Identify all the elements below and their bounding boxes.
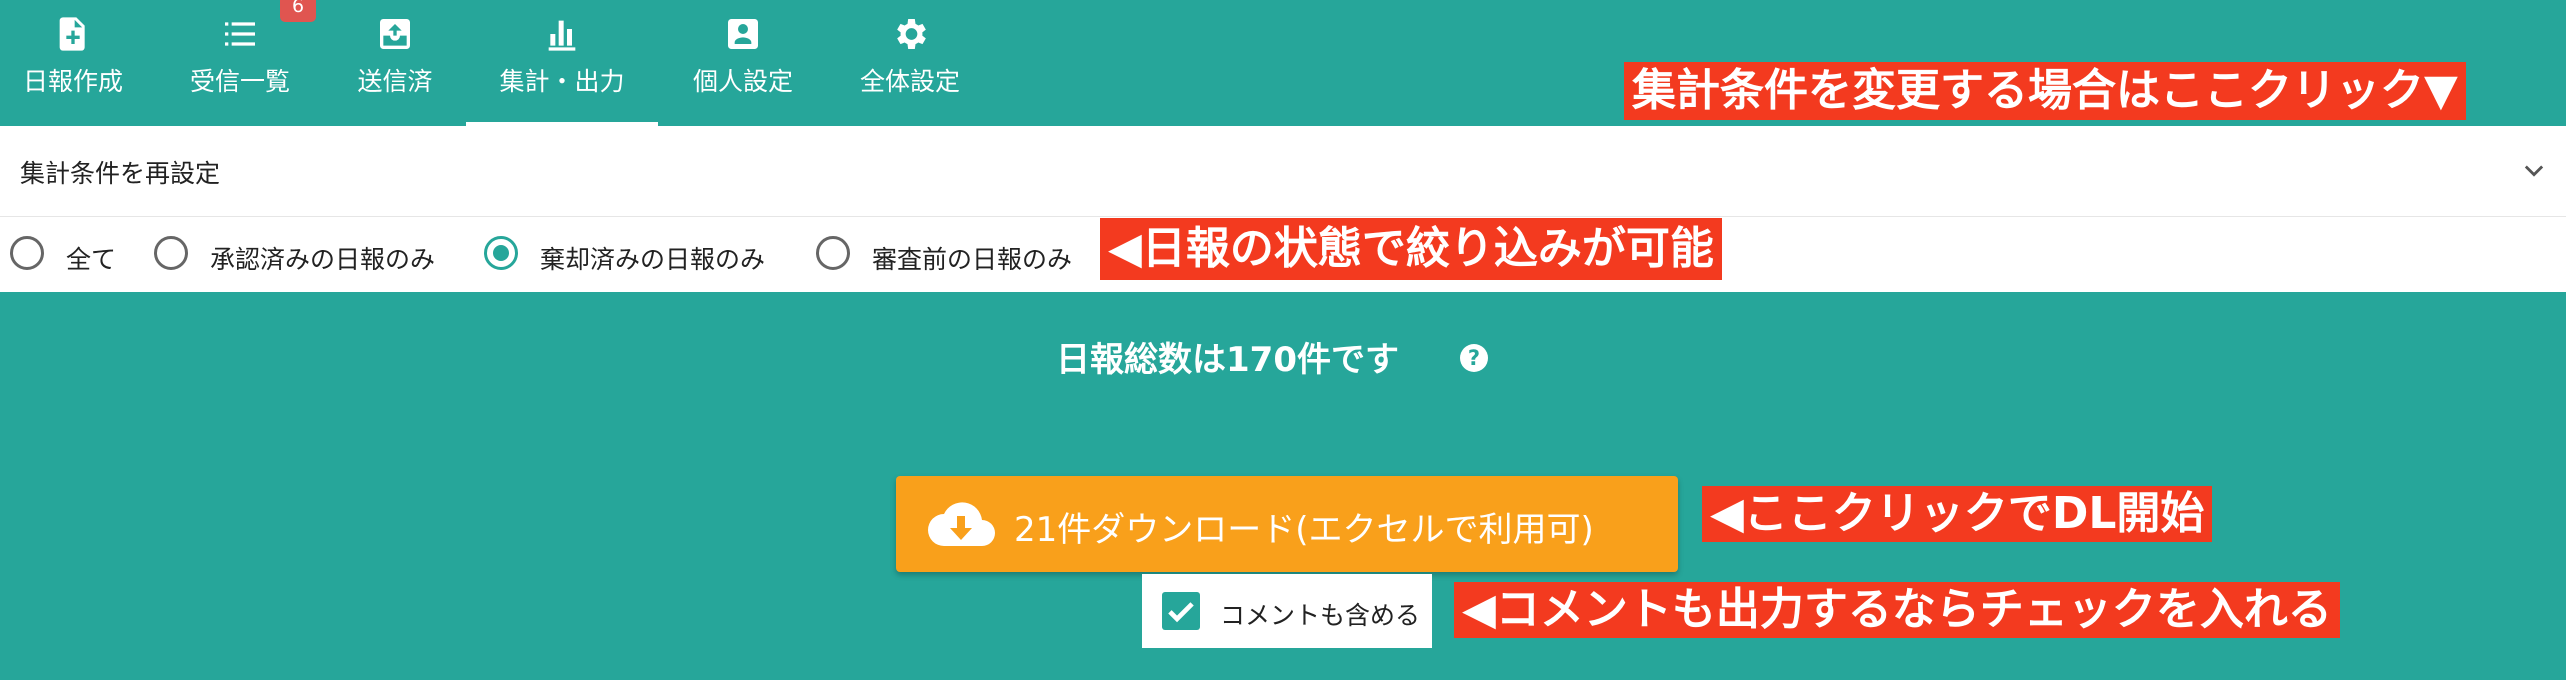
tab-personal-settings[interactable]: 個人設定: [678, 0, 808, 126]
cloud-download-icon: [928, 502, 995, 546]
radio-circle[interactable]: [484, 236, 518, 270]
panel-title: 集計条件を再設定: [20, 159, 221, 188]
archive-upload-icon: [380, 19, 410, 49]
radio-label: 全て: [66, 245, 117, 274]
tab-aggregate-output[interactable]: 集計・出力: [466, 0, 658, 126]
radio-circle[interactable]: [154, 236, 188, 270]
tab-global-settings[interactable]: 全体設定: [840, 0, 980, 126]
tab-sent[interactable]: 送信済: [340, 0, 450, 126]
gear-icon: [897, 19, 926, 49]
include-comments-label: コメントも含める: [1220, 601, 1421, 630]
file-plus-icon: [59, 17, 85, 51]
radio-label: 審査前の日報のみ: [872, 245, 1073, 274]
radio-circle[interactable]: [10, 236, 44, 270]
radio-label: 棄却済みの日報のみ: [540, 245, 766, 274]
bar-chart-icon: [548, 20, 576, 51]
radio-circle[interactable]: [816, 236, 850, 270]
inbox-count-badge: 6: [280, 0, 316, 22]
person-card-icon: [728, 19, 758, 49]
annotation-change-conditions: 集計条件を変更する場合はここクリック▼: [1624, 62, 2466, 120]
list-icon: [225, 22, 255, 46]
include-comments-checkbox[interactable]: [1162, 592, 1200, 630]
condition-panel-header[interactable]: 集計条件を再設定: [0, 126, 2566, 217]
tab-label: 送信済: [357, 67, 433, 96]
download-button[interactable]: 21件ダウンロード(エクセルで利用可): [896, 476, 1678, 572]
annotation-filter-status: ◀日報の状態で絞り込みが可能: [1100, 218, 1722, 280]
annotation-click-download: ◀ここクリックでDL開始: [1702, 486, 2213, 542]
tab-label: 全体設定: [859, 67, 960, 96]
total-reports-text: 日報総数は170件です: [1056, 340, 1399, 380]
tab-label: 日報作成: [22, 67, 123, 96]
tab-create-report[interactable]: 日報作成: [0, 0, 146, 126]
tab-label: 個人設定: [692, 67, 793, 96]
radio-label: 承認済みの日報のみ: [210, 245, 436, 274]
help-icon[interactable]: ?: [1460, 344, 1488, 372]
download-button-label: 21件ダウンロード(エクセルで利用可): [1014, 510, 1594, 550]
include-comments-option[interactable]: コメントも含める: [1142, 574, 1432, 648]
checkmark-icon: [1168, 602, 1194, 623]
chevron-down-icon[interactable]: [2520, 156, 2548, 184]
tab-label: 集計・出力: [499, 67, 625, 96]
tab-label: 受信一覧: [189, 67, 290, 96]
annotation-include-comments: ◀コメントも出力するならチェックを入れる: [1454, 582, 2340, 638]
